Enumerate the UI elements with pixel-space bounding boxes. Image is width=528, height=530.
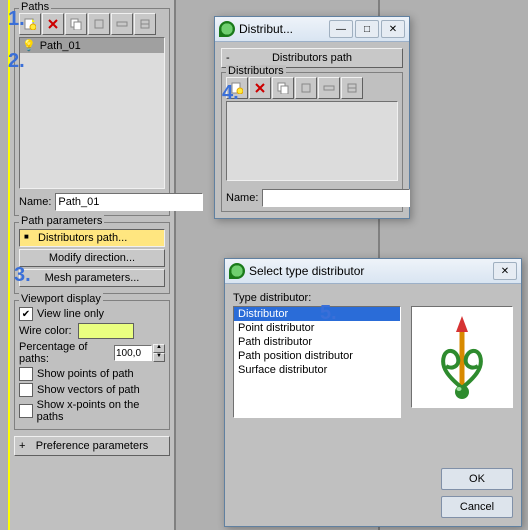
close-button[interactable]: ✕: [381, 20, 405, 38]
ok-button[interactable]: OK: [441, 468, 513, 490]
path-item-label: Path_01: [40, 40, 81, 52]
maximize-button[interactable]: □: [355, 20, 379, 38]
path-params-legend: Path parameters: [19, 215, 104, 227]
dist-extra2-button[interactable]: [318, 77, 340, 99]
new-distributor-button[interactable]: [226, 77, 248, 99]
type-list[interactable]: Distributor Point distributor Path distr…: [233, 306, 401, 418]
spinner-down-icon[interactable]: ▼: [153, 353, 165, 362]
distributors-group: Distributors Name:: [221, 72, 403, 212]
list-item[interactable]: 💡 Path_01: [20, 38, 164, 53]
list-item[interactable]: Path distributor: [234, 335, 400, 349]
dist-extra1-button[interactable]: [295, 77, 317, 99]
copy-path-button[interactable]: [65, 13, 87, 35]
path-extra1-button[interactable]: [88, 13, 110, 35]
cancel-button[interactable]: Cancel: [441, 496, 513, 518]
path-name-input[interactable]: [55, 193, 203, 211]
path-extra3-button[interactable]: [134, 13, 156, 35]
type-label: Type distributor:: [233, 292, 513, 304]
type-preview: [411, 306, 513, 408]
list-item[interactable]: Surface distributor: [234, 363, 400, 377]
wire-color-swatch[interactable]: [78, 323, 134, 339]
select-type-dialog: Select type distributor ✕ Type distribut…: [224, 258, 522, 527]
percentage-label: Percentage of paths:: [19, 341, 110, 365]
list-item[interactable]: Path position distributor: [234, 349, 400, 363]
show-vectors-checkbox[interactable]: Show vectors of path: [19, 383, 165, 397]
distributors-path-button[interactable]: Distributors path...: [19, 229, 165, 247]
plus-icon: +: [19, 437, 25, 455]
preference-parameters-rollup[interactable]: + Preference parameters: [14, 436, 170, 456]
titlebar: Select type distributor ✕: [225, 259, 521, 284]
copy-distributor-button[interactable]: [272, 77, 294, 99]
name-label: Name:: [19, 196, 51, 208]
command-panel: Paths 💡 Path_01 Name: Path para: [8, 0, 176, 530]
show-points-checkbox[interactable]: Show points of path: [19, 367, 165, 381]
distributors-list[interactable]: [226, 101, 398, 181]
distributors-legend: Distributors: [226, 65, 286, 77]
paths-legend: Paths: [19, 1, 51, 13]
delete-path-button[interactable]: [42, 13, 64, 35]
modify-direction-button[interactable]: Modify direction...: [19, 249, 165, 267]
list-item[interactable]: Distributor: [234, 307, 400, 321]
distributors-window: Distribut... — □ ✕ - Distributors path D…: [214, 16, 410, 219]
paths-toolbar: [19, 13, 165, 35]
viewport-legend: Viewport display: [19, 293, 103, 305]
path-extra2-button[interactable]: [111, 13, 133, 35]
percentage-spinner[interactable]: ▲▼: [114, 344, 165, 362]
dist-name-label: Name:: [226, 192, 258, 204]
dist-name-input[interactable]: [262, 189, 410, 207]
close-button[interactable]: ✕: [493, 262, 517, 280]
wire-color-row: Wire color:: [19, 323, 165, 339]
dist-extra3-button[interactable]: [341, 77, 363, 99]
paths-list[interactable]: 💡 Path_01: [19, 37, 165, 189]
viewport-display-group: Viewport display ✔View line only Wire co…: [14, 300, 170, 430]
distributors-toolbar: [226, 77, 398, 99]
path-params-group: Path parameters Distributors path... Mod…: [14, 222, 170, 294]
lightbulb-icon: 💡: [22, 39, 36, 52]
window-title: Distribut...: [239, 22, 329, 36]
mesh-parameters-button[interactable]: Mesh parameters...: [19, 269, 165, 287]
list-item[interactable]: Point distributor: [234, 321, 400, 335]
paths-group: Paths 💡 Path_01 Name:: [14, 8, 170, 216]
dialog-title: Select type distributor: [249, 264, 493, 278]
titlebar: Distribut... — □ ✕: [215, 17, 409, 42]
spinner-up-icon[interactable]: ▲: [153, 344, 165, 353]
app-icon: [229, 263, 245, 279]
new-path-button[interactable]: [19, 13, 41, 35]
show-x-points-checkbox[interactable]: Show x-points on the paths: [19, 399, 165, 423]
view-line-only-checkbox[interactable]: ✔View line only: [19, 307, 165, 321]
minimize-button[interactable]: —: [329, 20, 353, 38]
delete-distributor-button[interactable]: [249, 77, 271, 99]
app-icon: [219, 21, 235, 37]
